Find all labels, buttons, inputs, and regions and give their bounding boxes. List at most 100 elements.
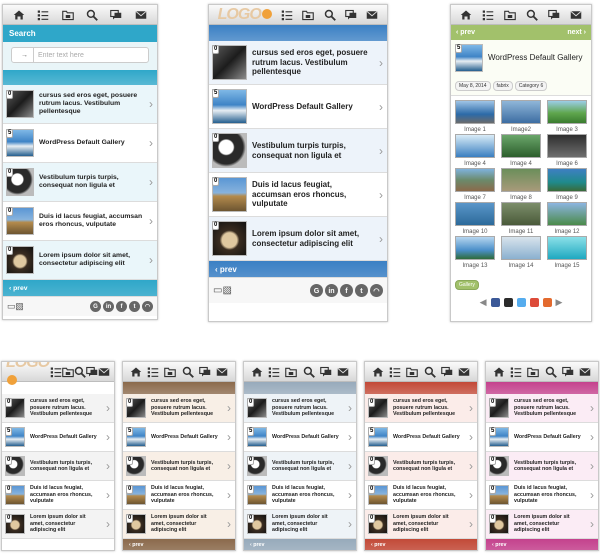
social-in-icon[interactable]: in [325, 284, 338, 297]
folder-icon[interactable] [504, 9, 516, 21]
search-icon[interactable] [324, 9, 336, 21]
chat-icon[interactable] [441, 366, 453, 378]
mail-icon[interactable] [579, 366, 591, 378]
device-switch-icon[interactable]: ▭▧ [7, 301, 24, 312]
post-list-item[interactable]: 5 WordPress Default Gallery › [3, 124, 157, 163]
gplus-share-icon[interactable] [529, 298, 539, 307]
folder-icon[interactable] [62, 9, 74, 21]
search-icon[interactable] [545, 366, 557, 378]
search-icon[interactable] [74, 366, 86, 378]
share-next-arrow-icon[interactable]: ▶ [556, 297, 563, 308]
search-icon[interactable] [303, 366, 315, 378]
folder-icon[interactable] [527, 366, 540, 378]
post-list-item[interactable]: 0 Lorem ipsum dolor sit amet, consectetur… [209, 217, 387, 261]
social-rss-icon[interactable]: ◠ [142, 301, 153, 312]
post-list-item[interactable]: 0 Duis id lacus feugiat, accumsan eros rh… [209, 173, 387, 217]
gallery-image[interactable]: Image2 [501, 100, 541, 133]
gallery-image[interactable]: Image 1 [455, 100, 495, 133]
prev-page-bar[interactable]: ‹ prev [209, 261, 387, 277]
search-icon[interactable] [182, 366, 194, 378]
gallery-image[interactable]: Image 11 [501, 202, 541, 235]
site-logo[interactable]: LOGO [218, 6, 272, 24]
social-G-icon[interactable]: G [90, 301, 101, 312]
chat-icon[interactable] [110, 9, 122, 21]
gallery-image[interactable]: Image 8 [501, 168, 541, 201]
email-share-icon[interactable] [542, 298, 552, 307]
list-icon[interactable] [281, 9, 293, 21]
share-prev-arrow-icon[interactable]: ◀ [480, 297, 487, 308]
prev-page-bar[interactable]: ‹ prev [244, 539, 356, 550]
social-in-icon[interactable]: in [103, 301, 114, 312]
chat-icon[interactable] [199, 366, 211, 378]
chat-icon[interactable] [320, 366, 332, 378]
meta-tag[interactable]: May 8, 2014 [455, 81, 491, 91]
gallery-image[interactable]: Image 9 [547, 168, 587, 201]
gallery-next-link[interactable]: next › [567, 29, 586, 36]
gallery-image[interactable]: Image 13 [455, 236, 495, 269]
post-list-item[interactable]: 0 Duis id lacus feugiat, accumsan eros rh… [3, 202, 157, 241]
list-icon[interactable] [510, 366, 522, 378]
gallery-image[interactable]: Image 15 [547, 236, 587, 269]
chat-icon[interactable] [562, 366, 574, 378]
post-list-item[interactable]: 0 Duis id lacus feugiat, accumsan eros rh… [123, 481, 235, 510]
post-list-item[interactable]: 5 WordPress Default Gallery › [2, 423, 114, 452]
folder-icon[interactable] [302, 9, 315, 21]
twitter-share-icon[interactable] [516, 298, 526, 307]
search-icon[interactable] [424, 366, 436, 378]
social-G-icon[interactable]: G [310, 284, 323, 297]
post-list-item[interactable]: 5 WordPress Default Gallery › [209, 85, 387, 129]
list-icon[interactable] [268, 366, 280, 378]
list-icon[interactable] [482, 9, 494, 21]
site-logo[interactable]: LOGO [6, 362, 50, 390]
post-list-item[interactable]: 0 Vestibulum turpis turpis, consequat non… [3, 163, 157, 202]
mail-icon[interactable] [98, 366, 110, 378]
post-list-item[interactable]: 0 Duis id lacus feugiat, accumsan eros rh… [244, 481, 356, 510]
home-icon[interactable] [493, 366, 505, 378]
post-list-item[interactable]: 0 Vestibulum turpis turpis, consequat non… [2, 452, 114, 481]
social-f-icon[interactable]: f [116, 301, 127, 312]
folder-icon[interactable] [406, 366, 419, 378]
post-list-item[interactable]: 5 WordPress Default Gallery › [365, 423, 477, 452]
mail-icon[interactable] [570, 9, 582, 21]
facebook-share-icon[interactable] [490, 298, 500, 307]
chat-icon[interactable] [345, 9, 357, 21]
post-list-item[interactable]: 0 cursus sed eros eget, posuere rutrum la… [2, 394, 114, 423]
gallery-image[interactable]: Image 6 [547, 134, 587, 167]
post-list-item[interactable]: 5 WordPress Default Gallery › [244, 423, 356, 452]
home-icon[interactable] [460, 9, 472, 21]
home-icon[interactable] [251, 366, 263, 378]
post-list-item[interactable]: 0 cursus sed eros eget, posuere rutrum la… [365, 394, 477, 423]
chat-icon[interactable] [548, 9, 560, 21]
list-icon[interactable] [147, 366, 159, 378]
post-list-item[interactable]: 0 Lorem ipsum dolor sit amet, consectetur… [2, 510, 114, 539]
gallery-image[interactable]: Image 4 [455, 134, 495, 167]
folder-icon[interactable] [62, 366, 74, 378]
google-share-icon[interactable] [503, 298, 513, 307]
post-list-item[interactable]: 0 Vestibulum turpis turpis, consequat non… [365, 452, 477, 481]
list-icon[interactable] [50, 366, 62, 378]
list-icon[interactable] [37, 9, 49, 21]
list-icon[interactable] [389, 366, 401, 378]
post-list-item[interactable]: 0 cursus sed eros eget, posuere rutrum la… [486, 394, 598, 423]
chat-icon[interactable] [86, 366, 98, 378]
social-t-icon[interactable]: t [355, 284, 368, 297]
mail-icon[interactable] [135, 9, 147, 21]
category-tag[interactable]: Gallery [455, 280, 479, 290]
post-list-item[interactable]: 0 Vestibulum turpis turpis, consequat non… [486, 452, 598, 481]
home-icon[interactable] [130, 366, 142, 378]
search-input[interactable]: → Enter text here [11, 47, 149, 63]
folder-icon[interactable] [164, 366, 177, 378]
gallery-image[interactable]: Image 14 [501, 236, 541, 269]
search-icon[interactable] [86, 9, 99, 21]
post-list-item[interactable]: 0 Duis id lacus feugiat, accumsan eros rh… [486, 481, 598, 510]
mail-icon[interactable] [337, 366, 349, 378]
gallery-image[interactable]: Image 10 [455, 202, 495, 235]
device-switch-icon[interactable]: ▭▧ [213, 285, 232, 296]
home-icon[interactable] [372, 366, 384, 378]
prev-page-bar[interactable]: ‹ prev [123, 539, 235, 550]
meta-tag[interactable]: fabrix [492, 81, 513, 91]
post-list-item[interactable]: 0 Duis id lacus feugiat, accumsan eros rh… [365, 481, 477, 510]
post-list-item[interactable]: 5 WordPress Default Gallery › [123, 423, 235, 452]
post-list-item[interactable]: 0 Lorem ipsum dolor sit amet, consectetur… [244, 510, 356, 539]
social-t-icon[interactable]: t [129, 301, 140, 312]
